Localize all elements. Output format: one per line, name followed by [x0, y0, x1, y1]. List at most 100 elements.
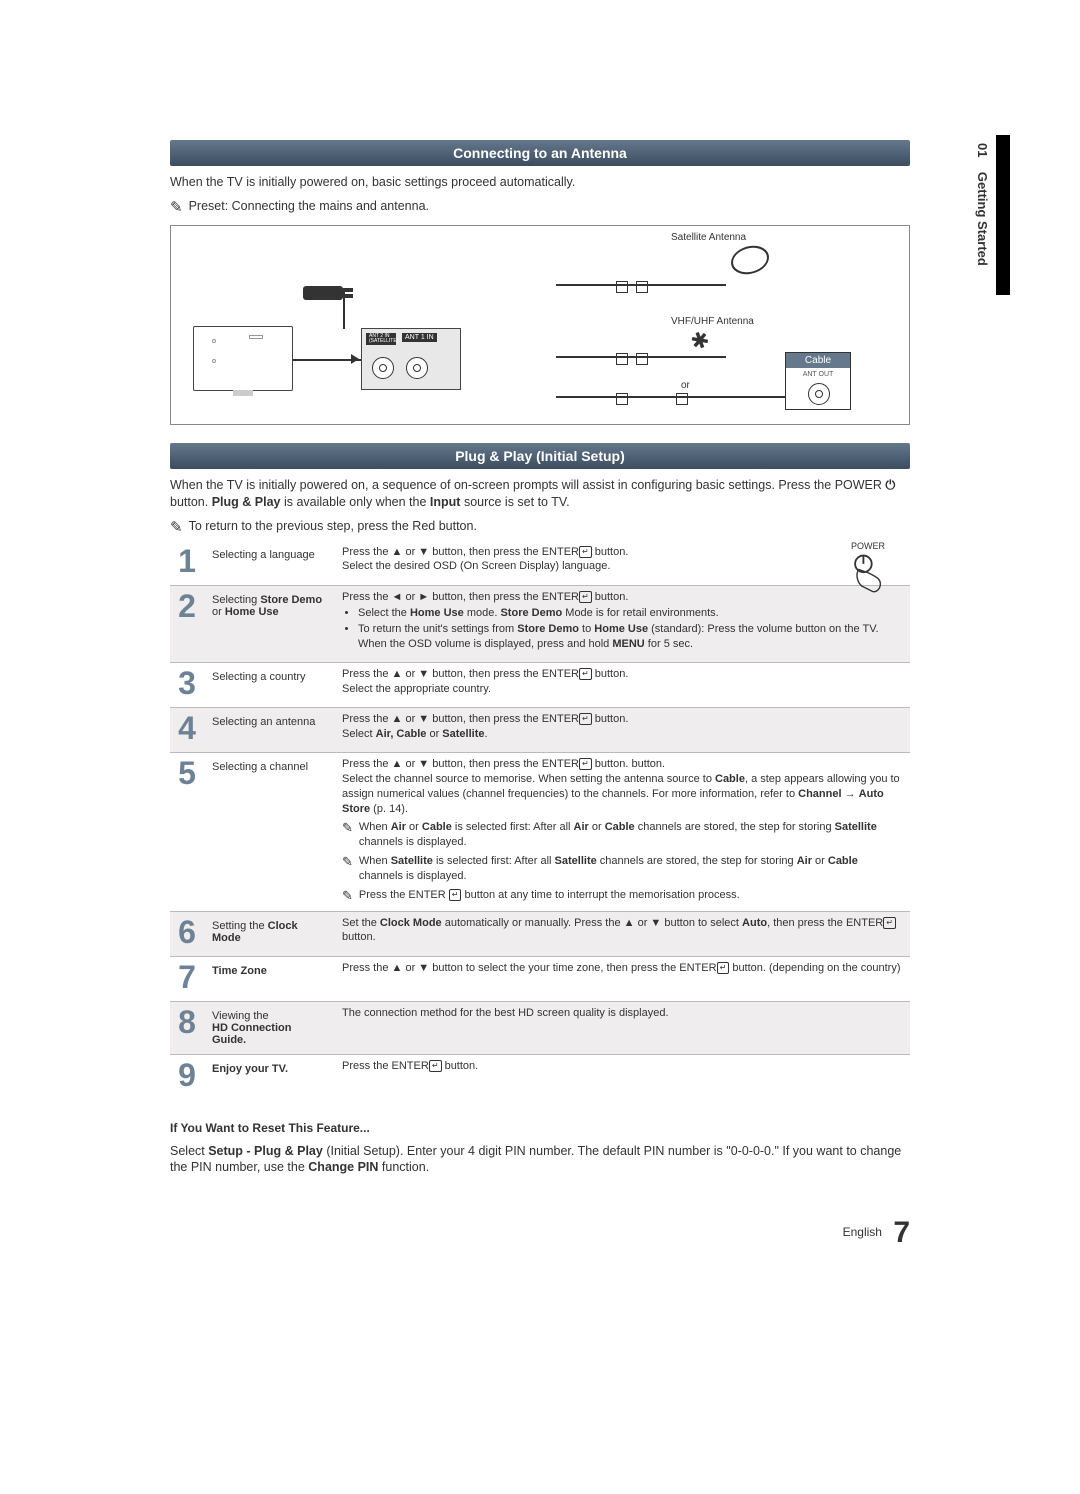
step-body: Press the ▲ or ▼ button, then press the …	[334, 541, 910, 586]
side-tab-indicator	[996, 135, 1010, 295]
power-label: POWER	[838, 541, 898, 551]
sat-coax-line	[556, 284, 726, 292]
chapter-title: Getting Started	[975, 172, 990, 266]
reset-bold1: Setup - Plug & Play	[208, 1144, 323, 1158]
step-row: 3Selecting a countryPress the ▲ or ▼ but…	[170, 663, 910, 708]
step-bullet: To return the unit's settings from Store…	[358, 622, 902, 652]
chapter-number: 01	[975, 143, 990, 157]
step-subnote: ✎When Satellite is selected first: After…	[342, 854, 902, 884]
plugplay-intro: When the TV is initially powered on, a s…	[170, 477, 910, 511]
step-row: 5Selecting a channelPress the ▲ or ▼ but…	[170, 753, 910, 912]
reset-body: Select Setup - Plug & Play (Initial Setu…	[170, 1143, 910, 1177]
step-number: 4	[170, 708, 204, 753]
pp-intro-bold-input: Input	[430, 495, 461, 509]
step-body: Set the Clock Mode automatically or manu…	[334, 911, 910, 956]
step-bullet: Select the Home Use mode. Store Demo Mod…	[358, 606, 902, 621]
reset-c: function.	[382, 1160, 429, 1174]
tv-icon	[193, 326, 293, 391]
enter-icon: ↵	[579, 668, 592, 680]
hand-power-icon	[845, 551, 891, 597]
power-icon: ⏻	[885, 478, 895, 492]
return-note-text: To return to the previous step, press th…	[189, 519, 477, 533]
section-heading-antenna: Connecting to an Antenna	[170, 140, 910, 166]
page-footer: English 7	[170, 1216, 910, 1250]
step-row: 8Viewing theHD Connection Guide.The conn…	[170, 1001, 910, 1054]
step-body: The connection method for the best HD sc…	[334, 1001, 910, 1054]
cable-line-vertical	[343, 289, 345, 329]
step-title: Selecting Store Demo or Home Use	[204, 585, 334, 662]
step-number: 7	[170, 956, 204, 1001]
step-row: 2Selecting Store Demo or Home UsePress t…	[170, 585, 910, 662]
section-heading-plugplay: Plug & Play (Initial Setup)	[170, 443, 910, 469]
side-tab-text: 01 Getting Started	[975, 143, 990, 266]
step-row: 4Selecting an antennaPress the ▲ or ▼ bu…	[170, 708, 910, 753]
step-body: Press the ◄ or ► button, then press the …	[334, 585, 910, 662]
vhf-antenna-label: VHF/UHF Antenna	[671, 316, 754, 327]
step-body: Press the ▲ or ▼ button, then press the …	[334, 708, 910, 753]
plugplay-return-note: ✎ To return to the previous step, press …	[170, 519, 910, 535]
enter-icon: ↵	[579, 713, 592, 725]
step-number: 9	[170, 1054, 204, 1099]
pp-intro-a: When the TV is initially powered on, a s…	[170, 478, 835, 492]
step-number: 3	[170, 663, 204, 708]
step-title: Selecting an antenna	[204, 708, 334, 753]
step-body: Press the ▲ or ▼ button, then press the …	[334, 753, 910, 912]
reset-bold2: Change PIN	[308, 1160, 378, 1174]
port-label-ant1: ANT 1 IN	[402, 333, 437, 342]
step-number: 5	[170, 753, 204, 912]
steps-table: 1Selecting a languagePress the ▲ or ▼ bu…	[170, 541, 910, 1099]
footer-lang: English	[843, 1225, 882, 1239]
step-number: 1	[170, 541, 204, 586]
step-title: Selecting a language	[204, 541, 334, 586]
antenna-preset-note: ✎ Preset: Connecting the mains and anten…	[170, 199, 910, 215]
manual-page: 01 Getting Started Connecting to an Ante…	[170, 0, 910, 1310]
step-row: 9Enjoy your TV.Press the ENTER↵ button.	[170, 1054, 910, 1099]
vhf-antenna-icon: ✱	[687, 326, 713, 357]
step-number: 2	[170, 585, 204, 662]
pp-intro-b: button.	[170, 495, 212, 509]
enter-icon: ↵	[579, 546, 592, 558]
antenna-intro: When the TV is initially powered on, bas…	[170, 174, 910, 191]
ant-out-label: ANT OUT	[786, 371, 850, 378]
enter-icon: ↵	[579, 591, 592, 603]
step-body: Press the ▲ or ▼ button, then press the …	[334, 663, 910, 708]
pp-intro-power: POWER	[835, 478, 882, 492]
note-icon: ✎	[170, 520, 183, 535]
mains-plug-icon	[303, 286, 343, 300]
enter-icon: ↵	[429, 1060, 442, 1072]
step-title: Time Zone	[204, 956, 334, 1001]
step-subnote: ✎Press the ENTER ↵ button at any time to…	[342, 888, 902, 903]
tv-rear-panel: ANT 2 IN (SATELLITE) ANT 1 IN	[361, 328, 461, 390]
satellite-dish-icon	[731, 243, 769, 276]
reset-heading: If You Want to Reset This Feature...	[170, 1121, 910, 1135]
step-body: Press the ▲ or ▼ button to select the yo…	[334, 956, 910, 1001]
arrow-icon	[351, 354, 359, 364]
steps-table-wrap: POWER 1Selecting a languagePress the ▲ o…	[170, 541, 910, 1099]
port-label-sat: ANT 2 IN (SATELLITE)	[366, 333, 396, 345]
cable-wall-outlet: Cable ANT OUT	[785, 352, 851, 410]
page-number: 7	[893, 1216, 910, 1249]
enter-icon: ↵	[717, 962, 730, 974]
step-number: 6	[170, 911, 204, 956]
step-title: Viewing theHD Connection Guide.	[204, 1001, 334, 1054]
antenna-preset-text: Preset: Connecting the mains and antenna…	[189, 199, 429, 213]
reset-a: Select	[170, 1144, 208, 1158]
vhf-coax-line	[556, 356, 726, 364]
note-icon: ✎	[342, 855, 353, 884]
step-body: Press the ENTER↵ button.	[334, 1054, 910, 1099]
cable-head-label: Cable	[786, 353, 850, 368]
note-icon: ✎	[170, 200, 183, 215]
note-icon: ✎	[342, 889, 353, 903]
enter-icon: ↵	[579, 758, 592, 770]
step-title: Selecting a channel	[204, 753, 334, 912]
step-row: 1Selecting a languagePress the ▲ or ▼ bu…	[170, 541, 910, 586]
step-title: Enjoy your TV.	[204, 1054, 334, 1099]
pp-intro-c: is available only when the	[284, 495, 430, 509]
sat-port-icon	[372, 357, 394, 379]
pp-intro-bold-pp: Plug & Play	[212, 495, 281, 509]
step-title: Setting the Clock Mode	[204, 911, 334, 956]
step-subnote: ✎When Air or Cable is selected first: Af…	[342, 820, 902, 850]
or-label: or	[681, 380, 690, 391]
ant-out-port-icon	[808, 383, 830, 405]
ant-port-icon	[406, 357, 428, 379]
